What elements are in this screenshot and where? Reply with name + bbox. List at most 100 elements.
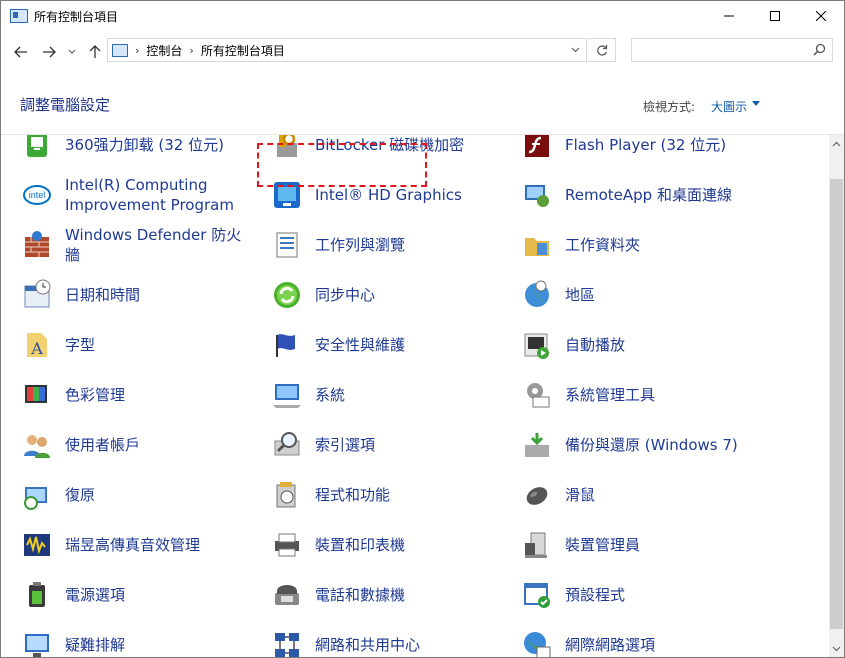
control-panel-item-label[interactable]: 工作列與瀏覽	[315, 235, 405, 255]
breadcrumb-all-items[interactable]: 所有控制台項目	[201, 42, 285, 59]
programs-icon	[276, 482, 296, 508]
scroll-thumb[interactable]	[830, 179, 843, 629]
chevron-down-icon	[832, 646, 841, 651]
control-panel-item[interactable]: 工作資料夾	[521, 225, 761, 265]
control-panel-item-label[interactable]: 地區	[565, 285, 595, 305]
control-panel-item-label[interactable]: 色彩管理	[65, 385, 125, 405]
breadcrumb-separator-icon[interactable]: ›	[135, 44, 139, 57]
control-panel-item[interactable]: 網際網路選項	[521, 625, 761, 657]
control-panel-item-label[interactable]: 安全性與維護	[315, 335, 405, 355]
control-panel-item[interactable]: 日期和時間	[21, 275, 261, 315]
content-header: 調整電腦設定 檢視方式: 大圖示	[1, 79, 844, 135]
control-panel-item[interactable]: 系統管理工具	[521, 375, 761, 415]
vertical-scrollbar[interactable]	[829, 135, 844, 657]
view-by-dropdown[interactable]: 大圖示	[711, 98, 747, 115]
control-panel-item[interactable]: A 字型	[21, 325, 261, 365]
control-panel-item-label[interactable]: 自動播放	[565, 335, 625, 355]
chevron-down-icon[interactable]	[752, 101, 760, 106]
control-panel-item-label[interactable]: 字型	[65, 335, 95, 355]
address-bar[interactable]: › 控制台 › 所有控制台項目	[107, 38, 587, 62]
control-panel-item-label[interactable]: 裝置和印表機	[315, 535, 405, 555]
control-panel-item-label[interactable]: 電源選項	[65, 585, 125, 605]
chevron-down-icon	[571, 47, 579, 53]
control-panel-item[interactable]: 裝置管理員	[521, 525, 761, 565]
control-panel-item[interactable]: intel Intel(R) Computing Improvement Progr…	[21, 175, 261, 215]
control-panel-item-label[interactable]: RemoteApp 和桌面連線	[565, 185, 732, 205]
control-panel-item-label[interactable]: 瑞昱高傳真音效管理	[65, 535, 200, 555]
control-panel-item[interactable]: 網路和共用中心	[271, 625, 511, 657]
control-panel-item[interactable]: 程式和功能	[271, 475, 511, 515]
search-input[interactable]	[636, 40, 810, 62]
recent-locations-button[interactable]	[65, 37, 79, 67]
control-panel-item[interactable]: Windows Defender 防火牆	[21, 225, 261, 265]
control-panel-item[interactable]: 自動播放	[521, 325, 761, 365]
control-panel-item-label[interactable]: 系統	[315, 385, 345, 405]
control-panel-item-label[interactable]: Flash Player (32 位元)	[565, 135, 726, 155]
control-panel-item[interactable]: 滑鼠	[521, 475, 761, 515]
control-panel-item-label[interactable]: 預設程式	[565, 585, 625, 605]
control-panel-item-label[interactable]: 疑難排解	[65, 635, 125, 655]
control-panel-item-label[interactable]: Windows Defender 防火牆	[65, 225, 241, 265]
control-panel-item-label[interactable]: 網路和共用中心	[315, 635, 420, 655]
control-panel-item[interactable]: 備份與還原 (Windows 7)	[521, 425, 761, 465]
control-panel-item-label[interactable]: 工作資料夾	[565, 235, 640, 255]
control-panel-item-label[interactable]: 使用者帳戶	[65, 435, 140, 455]
user-accounts-icon	[24, 435, 50, 458]
realtek-audio-icon	[24, 534, 50, 556]
control-panel-icon	[112, 43, 128, 57]
close-button[interactable]	[798, 1, 844, 31]
control-panel-item-label[interactable]: 程式和功能	[315, 485, 390, 505]
control-panel-item-label[interactable]: 360强力卸载 (32 位元)	[65, 135, 224, 155]
control-panel-item-label[interactable]: 滑鼠	[565, 485, 595, 505]
control-panel-item[interactable]: 索引選項	[271, 425, 511, 465]
control-panel-item-label[interactable]: 電話和數據機	[315, 585, 405, 605]
search-icon	[813, 43, 826, 56]
control-panel-item-label[interactable]: 日期和時間	[65, 285, 140, 305]
default-programs-icon	[524, 583, 550, 608]
breadcrumb-separator-icon[interactable]: ›	[189, 44, 193, 57]
control-panel-item[interactable]: Flash Player (32 位元)	[521, 135, 761, 165]
phone-modem-icon	[275, 585, 299, 605]
control-panel-item[interactable]: 使用者帳戶	[21, 425, 261, 465]
fonts-icon: A	[27, 333, 47, 358]
uninstall-icon	[27, 135, 47, 157]
refresh-button[interactable]	[588, 38, 616, 62]
control-panel-item[interactable]: 系統	[271, 375, 511, 415]
control-panel-item[interactable]: 電話和數據機	[271, 575, 511, 615]
breadcrumb-control-panel[interactable]: 控制台	[146, 42, 182, 59]
control-panel-item[interactable]: 安全性與維護	[271, 325, 511, 365]
maximize-button[interactable]	[752, 1, 798, 31]
scroll-up-button[interactable]	[829, 135, 844, 152]
control-panel-item[interactable]: 色彩管理	[21, 375, 261, 415]
control-panel-item-label[interactable]: 網際網路選項	[565, 635, 655, 655]
control-panel-item-label[interactable]: Intel(R) Computing Improvement Program	[65, 175, 234, 215]
control-panel-item[interactable]: 地區	[521, 275, 761, 315]
control-panel-item[interactable]: 電源選項	[21, 575, 261, 615]
control-panel-window: 所有控制台項目 › 控制台 › 所有控制台項目 調整電腦設定 檢視方式: 大圖示…	[0, 0, 845, 658]
control-panel-item-label[interactable]: 裝置管理員	[565, 535, 640, 555]
control-panel-item-label[interactable]: 復原	[65, 485, 95, 505]
control-panel-item[interactable]: 復原	[21, 475, 261, 515]
control-panel-item-label[interactable]: Intel® HD Graphics	[315, 185, 462, 205]
address-dropdown-button[interactable]	[564, 39, 586, 61]
scroll-down-button[interactable]	[829, 640, 844, 657]
up-button[interactable]	[85, 37, 105, 67]
control-panel-item-label[interactable]: 同步中心	[315, 285, 375, 305]
search-box[interactable]	[631, 38, 833, 62]
control-panel-item[interactable]: 裝置和印表機	[271, 525, 511, 565]
forward-button[interactable]	[39, 37, 59, 67]
control-panel-item-label[interactable]: 索引選項	[315, 435, 375, 455]
control-panel-item[interactable]: 工作列與瀏覽	[271, 225, 511, 265]
control-panel-item[interactable]: 同步中心	[271, 275, 511, 315]
close-icon	[816, 11, 826, 21]
control-panel-item-label[interactable]: 系統管理工具	[565, 385, 655, 405]
control-panel-item[interactable]: 瑞昱高傳真音效管理	[21, 525, 261, 565]
control-panel-item-label[interactable]: 備份與還原 (Windows 7)	[565, 435, 738, 455]
back-button[interactable]	[11, 37, 31, 67]
control-panel-item[interactable]: 預設程式	[521, 575, 761, 615]
window-title: 所有控制台項目	[34, 9, 119, 24]
control-panel-item[interactable]: RemoteApp 和桌面連線	[521, 175, 761, 215]
control-panel-item[interactable]: 疑難排解	[21, 625, 261, 657]
control-panel-item[interactable]: 360强力卸载 (32 位元)	[21, 135, 261, 165]
minimize-button[interactable]	[706, 1, 752, 31]
